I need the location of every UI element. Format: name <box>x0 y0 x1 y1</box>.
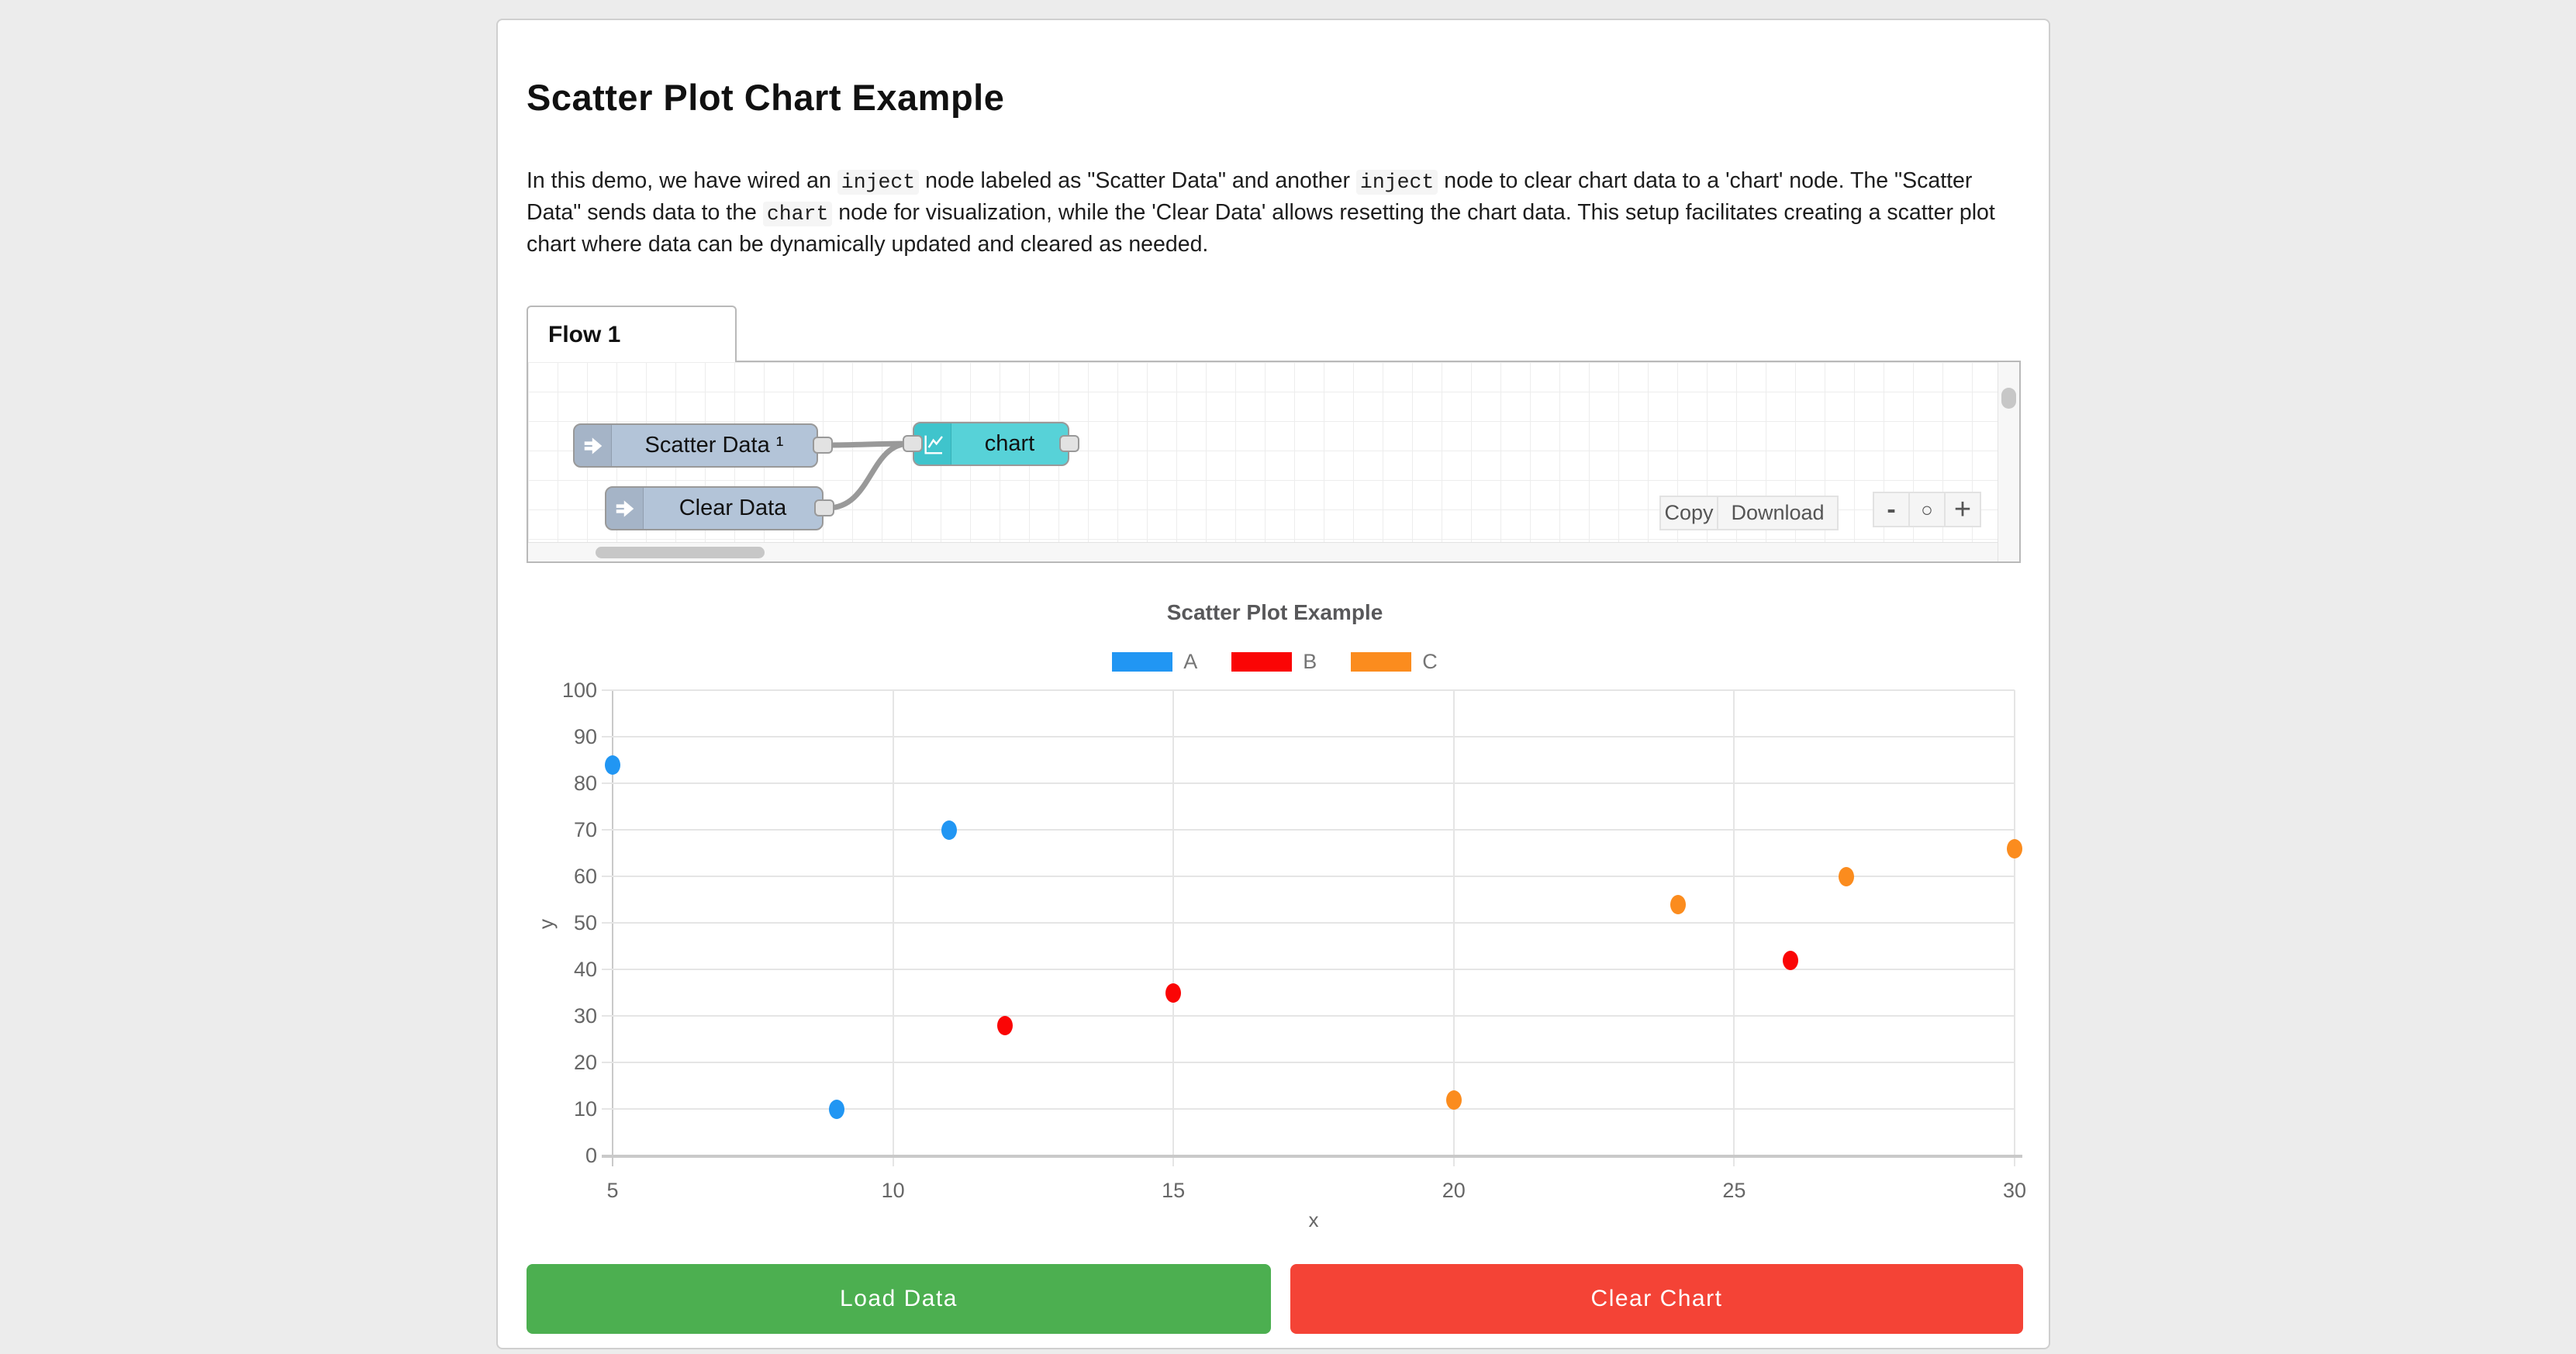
x-axis-title: x <box>613 1208 2015 1232</box>
legend-item-C[interactable]: C <box>1351 650 1438 674</box>
description-text: In this demo, we have wired an <box>527 168 837 193</box>
y-tick-label: 60 <box>527 865 597 889</box>
inline-code: inject <box>1356 170 1438 195</box>
y-gridline <box>602 736 2015 737</box>
flow-wires <box>528 362 1998 542</box>
legend-item-B[interactable]: B <box>1231 650 1317 674</box>
x-tick-label: 5 <box>578 1179 647 1203</box>
inline-code: chart <box>763 202 833 226</box>
data-point-B <box>997 1016 1013 1035</box>
chart-legend: A B C <box>527 650 2023 674</box>
data-point-C <box>1839 867 1854 886</box>
y-gridline <box>602 829 2015 831</box>
legend-label: A <box>1183 650 1197 674</box>
load-data-button[interactable]: Load Data <box>527 1264 1271 1334</box>
clear-chart-button[interactable]: Clear Chart <box>1290 1264 2023 1334</box>
y-gridline <box>602 969 2015 970</box>
legend-label: C <box>1422 650 1438 674</box>
scatter-plot-area: 510152025300102030405060708090100 <box>613 690 2015 1155</box>
y-gridline <box>602 1015 2015 1017</box>
legend-swatch <box>1112 652 1172 672</box>
vertical-scrollbar <box>1998 362 2019 561</box>
y-tick-label: 70 <box>527 818 597 842</box>
data-point-B <box>1783 951 1798 970</box>
y-gridline <box>602 689 2015 691</box>
x-tick-label: 10 <box>858 1179 928 1203</box>
y-axis-title: y <box>534 919 558 929</box>
data-point-C <box>2007 839 2022 858</box>
flow-canvas[interactable]: Scatter Data ¹ Clear Data <box>528 362 1998 542</box>
y-tick-label: 80 <box>527 772 597 796</box>
description-paragraph: In this demo, we have wired an inject no… <box>527 166 2023 260</box>
horizontal-scrollbar-thumb[interactable] <box>596 547 765 558</box>
x-tick-label: 20 <box>1419 1179 1489 1203</box>
y-tick-label: 20 <box>527 1051 597 1075</box>
data-point-A <box>605 755 620 775</box>
data-point-A <box>941 820 957 840</box>
input-port[interactable] <box>903 435 923 452</box>
page-title: Scatter Plot Chart Example <box>527 76 1004 119</box>
inline-code: inject <box>837 170 919 195</box>
x-gridline <box>893 690 894 1166</box>
y-gridline <box>602 1108 2015 1110</box>
x-gridline <box>2014 690 2015 1166</box>
y-gridline <box>602 922 2015 924</box>
data-point-A <box>829 1100 844 1119</box>
y-tick-label: 10 <box>527 1097 597 1121</box>
chart-title: Scatter Plot Example <box>527 600 2023 625</box>
data-point-C <box>1670 895 1686 914</box>
output-port[interactable] <box>1059 435 1079 452</box>
y-tick-label: 90 <box>527 725 597 749</box>
content-card: Scatter Plot Chart Example In this demo,… <box>496 19 2050 1349</box>
x-gridline <box>1172 690 1174 1166</box>
vertical-scrollbar-thumb[interactable] <box>2001 388 2016 409</box>
y-gridline <box>602 782 2015 784</box>
y-tick-label: 40 <box>527 958 597 982</box>
flow-tab-label: Flow 1 <box>548 322 620 348</box>
data-point-C <box>1446 1090 1462 1110</box>
legend-swatch <box>1351 652 1411 672</box>
flow-viewer: Scatter Data ¹ Clear Data <box>527 361 2021 563</box>
x-axis-line <box>602 1155 2022 1158</box>
x-gridline <box>1733 690 1735 1166</box>
legend-label: B <box>1303 650 1317 674</box>
x-tick-label: 25 <box>1699 1179 1769 1203</box>
y-tick-label: 0 <box>527 1144 597 1168</box>
y-gridline <box>602 1062 2015 1063</box>
x-tick-label: 30 <box>1980 1179 2049 1203</box>
horizontal-scrollbar <box>528 542 1998 561</box>
description-text: node labeled as "Scatter Data" and anoth… <box>919 168 1356 193</box>
y-tick-label: 30 <box>527 1004 597 1028</box>
output-port[interactable] <box>813 437 833 454</box>
legend-item-A[interactable]: A <box>1112 650 1197 674</box>
x-tick-label: 15 <box>1138 1179 1208 1203</box>
data-point-B <box>1165 983 1181 1003</box>
y-gridline <box>602 876 2015 877</box>
y-tick-label: 100 <box>527 679 597 703</box>
output-port[interactable] <box>814 499 834 516</box>
flow-tab[interactable]: Flow 1 <box>527 306 737 362</box>
legend-swatch <box>1231 652 1292 672</box>
wire <box>827 444 910 508</box>
